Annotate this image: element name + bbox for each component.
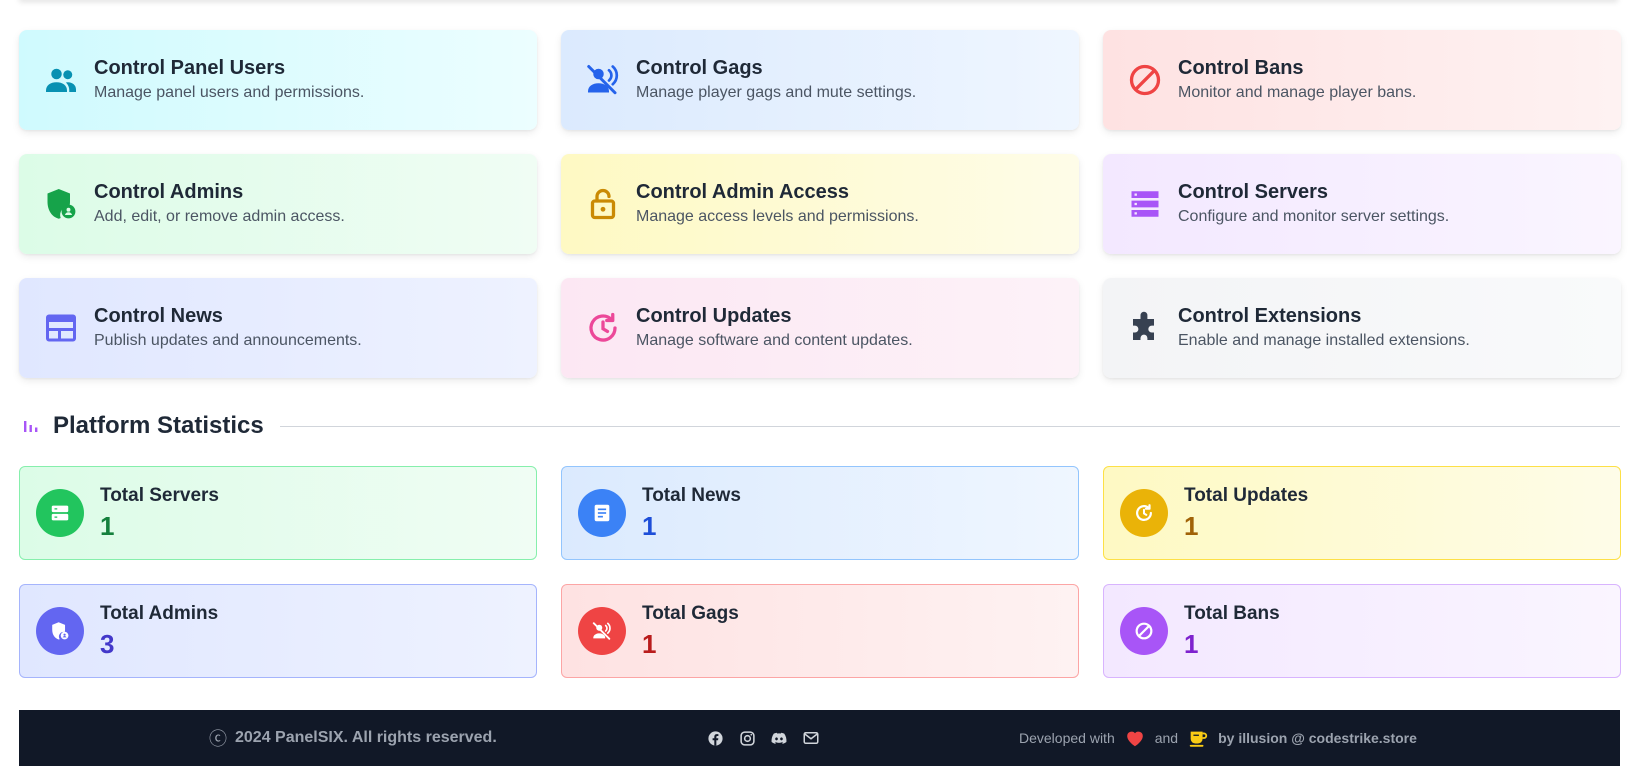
copyright-text: 2024 PanelSIX. All rights reserved. (235, 729, 497, 746)
card-description: Manage player gags and mute settings. (636, 84, 917, 101)
site-footer: ⓒ 2024 PanelSIX. All rights reserved. De… (19, 710, 1620, 766)
card-title: Control Gags (636, 57, 763, 79)
card-title: Control Servers (1178, 181, 1329, 203)
voice-off-icon (583, 60, 623, 100)
stat-value: 1 (642, 629, 657, 659)
stat-value: 1 (100, 511, 115, 541)
stat-label: Total Bans (1184, 603, 1280, 624)
control-admin-access-card[interactable]: Control Admin Access Manage access level… (561, 154, 1079, 254)
card-description: Enable and manage installed extensions. (1178, 332, 1470, 349)
card-title: Control News (94, 305, 223, 327)
copyright-icon: ⓒ (209, 729, 227, 749)
control-extensions-card[interactable]: Control Extensions Enable and manage ins… (1103, 278, 1621, 378)
card-description: Publish updates and announcements. (94, 332, 362, 349)
control-gags-card[interactable]: Control Gags Manage player gags and mute… (561, 30, 1079, 130)
platform-statistics-header: Platform Statistics (19, 406, 1620, 446)
card-description: Configure and monitor server settings. (1178, 208, 1450, 225)
admin-shield-icon (41, 184, 81, 224)
card-description: Manage access levels and permissions. (636, 208, 919, 225)
lock-open-icon (583, 184, 623, 224)
ban-icon (1125, 60, 1165, 100)
card-title: Control Admin Access (636, 181, 849, 203)
stat-total-admins: Total Admins 3 (19, 584, 537, 678)
stat-value: 1 (642, 511, 657, 541)
update-clock-icon (583, 308, 623, 348)
footer-credits: Developed with and by illusion @ codestr… (1019, 726, 1417, 750)
stat-label: Total Gags (642, 603, 739, 624)
control-servers-card[interactable]: Control Servers Configure and monitor se… (1103, 154, 1621, 254)
stat-total-updates: Total Updates 1 (1103, 466, 1621, 560)
ban-icon (1120, 607, 1168, 655)
stat-total-bans: Total Bans 1 (1103, 584, 1621, 678)
voice-off-icon (578, 607, 626, 655)
instagram-icon[interactable] (738, 729, 756, 747)
heart-icon (1123, 726, 1147, 750)
coffee-icon (1186, 726, 1210, 750)
social-links (706, 729, 820, 747)
control-updates-card[interactable]: Control Updates Manage software and cont… (561, 278, 1079, 378)
control-grid: Control Panel Users Manage panel users a… (19, 30, 1621, 378)
users-icon (41, 60, 81, 100)
document-icon (578, 489, 626, 537)
mail-icon[interactable] (802, 729, 820, 747)
card-description: Manage software and content updates. (636, 332, 913, 349)
statistics-grid: Total Servers 1 Total News 1 Total Updat… (19, 466, 1621, 678)
server-stack-icon (1125, 184, 1165, 224)
admin-shield-icon (36, 607, 84, 655)
stat-label: Total News (642, 485, 741, 506)
stat-value: 1 (1184, 629, 1199, 659)
stat-value: 3 (100, 629, 115, 659)
credit-text: by illusion @ codestrike.store (1218, 730, 1417, 746)
update-icon (1120, 489, 1168, 537)
puzzle-icon (1125, 308, 1165, 348)
card-title: Control Updates (636, 305, 792, 327)
footer-copyright: ⓒ 2024 PanelSIX. All rights reserved. (209, 725, 497, 751)
control-news-card[interactable]: Control News Publish updates and announc… (19, 278, 537, 378)
stat-label: Total Servers (100, 485, 219, 506)
stat-total-servers: Total Servers 1 (19, 466, 537, 560)
stat-label: Total Updates (1184, 485, 1309, 506)
server-icon (36, 489, 84, 537)
card-description: Manage panel users and permissions. (94, 84, 365, 101)
developed-with-text: Developed with (1019, 730, 1115, 746)
facebook-icon[interactable] (706, 729, 724, 747)
section-divider (279, 425, 1620, 427)
card-description: Add, edit, or remove admin access. (94, 208, 345, 225)
newspaper-icon (41, 308, 81, 348)
card-title: Control Admins (94, 181, 244, 203)
card-title: Control Extensions (1178, 305, 1362, 327)
card-title: Control Bans (1178, 57, 1304, 79)
stat-value: 1 (1184, 511, 1199, 541)
card-description: Monitor and manage player bans. (1178, 84, 1417, 101)
stat-total-news: Total News 1 (561, 466, 1079, 560)
control-admins-card[interactable]: Control Admins Add, edit, or remove admi… (19, 154, 537, 254)
stat-label: Total Admins (100, 603, 219, 624)
control-panel-users-card[interactable]: Control Panel Users Manage panel users a… (19, 30, 537, 130)
stat-total-gags: Total Gags 1 (561, 584, 1079, 678)
and-text: and (1154, 730, 1179, 746)
control-bans-card[interactable]: Control Bans Monitor and manage player b… (1103, 30, 1621, 130)
card-title: Control Panel Users (94, 57, 286, 79)
discord-icon[interactable] (770, 729, 788, 747)
bar-chart-icon (23, 415, 45, 437)
section-title: Platform Statistics (53, 412, 264, 439)
